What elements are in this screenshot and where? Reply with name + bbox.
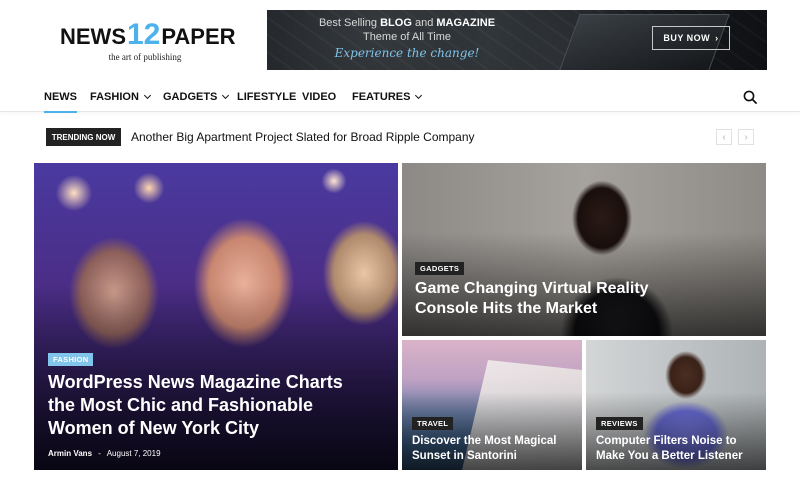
buy-now-label: BUY NOW [663, 33, 711, 43]
main-nav: NEWS FASHION GADGETS LIFESTYLE VIDEO FEA… [0, 82, 800, 113]
nav-item-label: GADGETS [163, 91, 218, 103]
category-badge-gadgets[interactable]: GADGETS [415, 262, 465, 275]
banner-cta: Experience the change! [334, 46, 480, 60]
nav-item-lifestyle[interactable]: LIFESTYLE [237, 82, 296, 112]
meta-separator: - [98, 449, 101, 458]
logo-number: 12 [127, 18, 161, 51]
category-badge-travel[interactable]: TRAVEL [412, 417, 454, 430]
chevron-down-icon [143, 91, 151, 100]
nav-item-label: FEATURES [352, 91, 411, 103]
featured-post-main[interactable]: FASHION WordPress News Magazine Charts t… [34, 163, 398, 470]
logo-word-news: NEWS [60, 23, 126, 49]
post-title[interactable]: Game Changing Virtual Reality Console Hi… [415, 279, 715, 319]
trending-headline[interactable]: Another Big Apartment Project Slated for… [131, 129, 475, 145]
banner-text: Best Selling BLOG and MAGAZINE Theme of … [307, 16, 507, 60]
logo-word-paper: PAPER [161, 23, 236, 49]
banner-line-1: Best Selling BLOG and MAGAZINE [318, 17, 496, 29]
post-title[interactable]: Computer Filters Noise to Make You a Bet… [596, 434, 761, 464]
chevron-left-icon: ‹ [722, 131, 726, 143]
chevron-right-icon: › [744, 131, 748, 143]
nav-item-gadgets[interactable]: GADGETS [163, 82, 230, 112]
buy-now-button[interactable]: BUY NOW › [652, 26, 730, 50]
category-badge-fashion[interactable]: FASHION [48, 353, 94, 366]
featured-post-reviews[interactable]: REVIEWS Computer Filters Noise to Make Y… [586, 340, 766, 470]
nav-item-video[interactable]: VIDEO [302, 82, 336, 112]
featured-post-gadgets[interactable]: GADGETS Game Changing Virtual Reality Co… [402, 163, 766, 336]
trending-prev-button[interactable]: ‹ [716, 129, 732, 145]
post-title[interactable]: WordPress News Magazine Charts the Most … [48, 371, 358, 440]
logo-tagline: the art of publishing [108, 51, 182, 62]
chevron-right-icon: › [715, 33, 719, 43]
category-badge-reviews[interactable]: REVIEWS [596, 417, 643, 430]
nav-item-label: LIFESTYLE [237, 91, 297, 103]
nav-item-features[interactable]: FEATURES [352, 82, 423, 112]
trending-next-button[interactable]: › [738, 129, 754, 145]
post-meta: Armin Vans - August 7, 2019 [48, 449, 161, 458]
banner-line-2: Theme of All Time [362, 31, 452, 43]
nav-item-fashion[interactable]: FASHION [90, 82, 151, 112]
nav-item-label: FASHION [90, 91, 139, 103]
post-date: August 7, 2019 [106, 449, 161, 458]
site-logo[interactable]: NEWS 12 PAPER the art of publishing [60, 18, 236, 68]
featured-post-travel[interactable]: TRAVEL Discover the Most Magical Sunset … [402, 340, 582, 470]
header-ad-banner[interactable]: Best Selling BLOG and MAGAZINE Theme of … [267, 10, 767, 70]
post-title[interactable]: Discover the Most Magical Sunset in Sant… [412, 434, 577, 464]
chevron-down-icon [222, 91, 230, 100]
nav-item-label: NEWS [44, 91, 77, 103]
nav-item-news[interactable]: NEWS [44, 82, 77, 113]
logo-wordmark: NEWS 12 PAPER [60, 18, 236, 51]
trending-label: TRENDING NOW [46, 128, 121, 146]
post-author[interactable]: Armin Vans [48, 449, 92, 458]
chevron-down-icon [415, 91, 423, 100]
search-icon[interactable] [743, 90, 757, 104]
trending-bar: TRENDING NOW Another Big Apartment Proje… [46, 128, 766, 148]
nav-item-label: VIDEO [302, 91, 337, 103]
site-header: NEWS 12 PAPER the art of publishing Best… [0, 0, 800, 80]
